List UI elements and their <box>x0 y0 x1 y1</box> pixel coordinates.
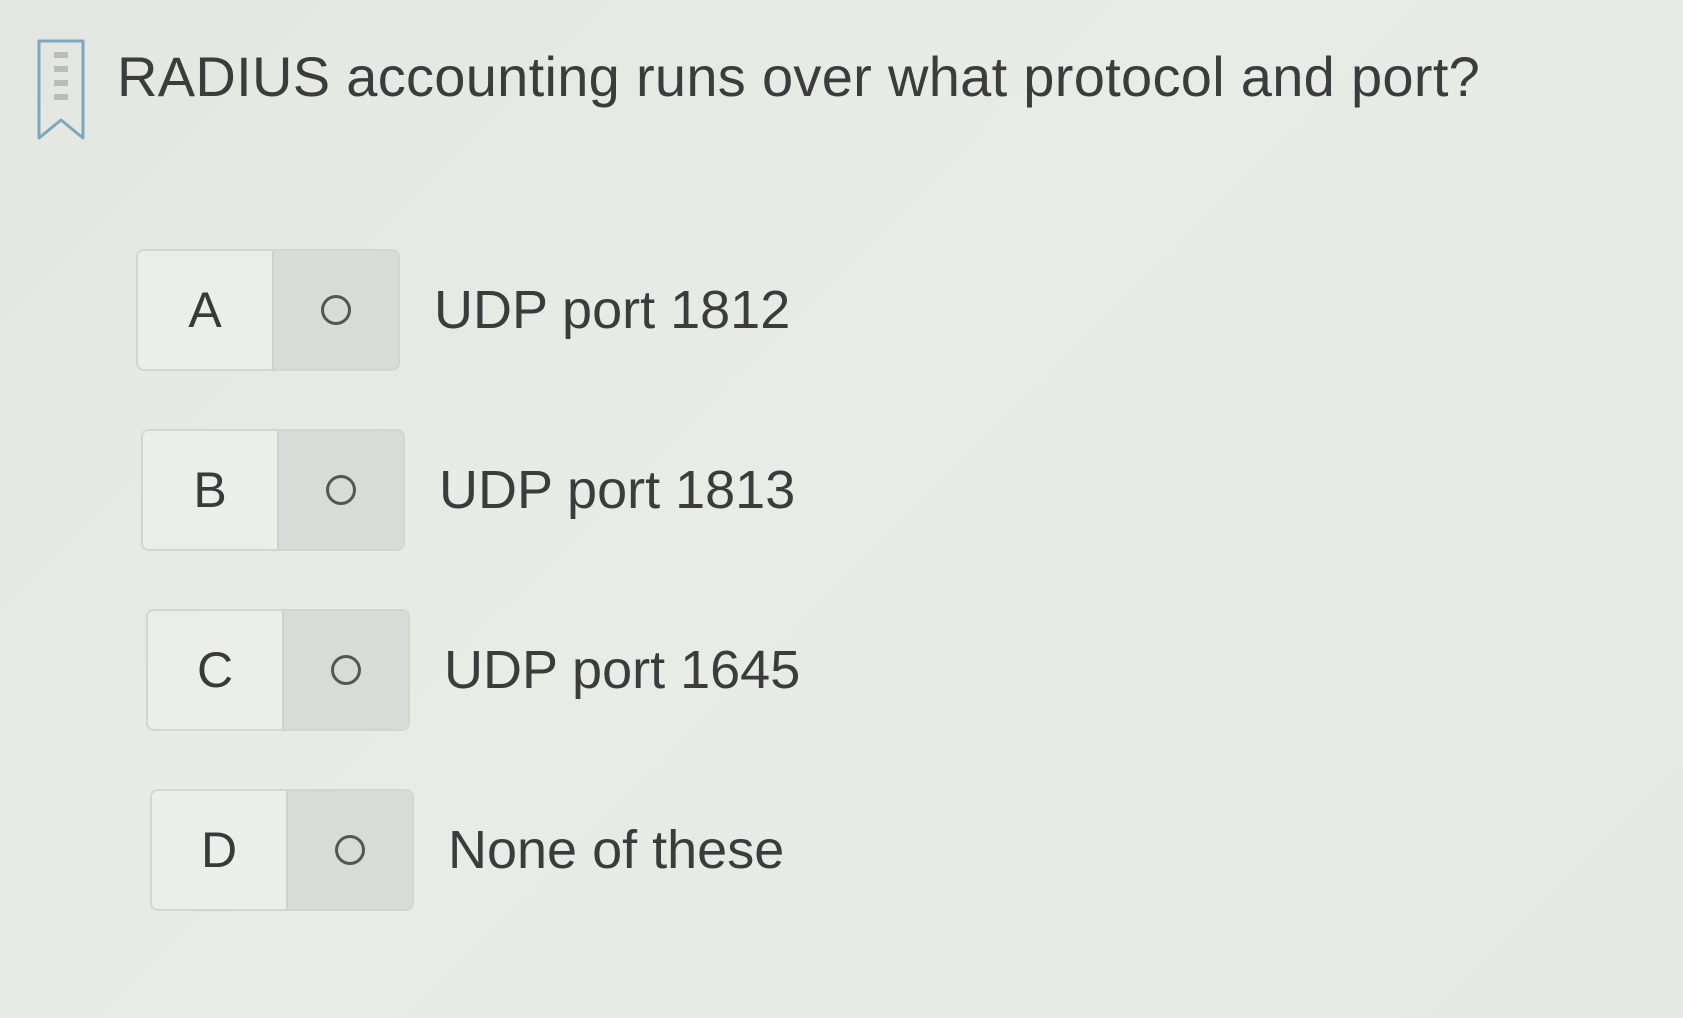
option-label[interactable]: UDP port 1812 <box>434 279 790 341</box>
radio-button-icon[interactable] <box>321 295 351 325</box>
option-selector[interactable]: C <box>146 609 410 731</box>
question-text: RADIUS accounting runs over what protoco… <box>117 45 1481 108</box>
option-letter: D <box>152 791 286 909</box>
option-label[interactable]: UDP port 1645 <box>444 639 800 701</box>
option-label[interactable]: None of these <box>448 819 784 881</box>
bookmark-icon[interactable] <box>36 38 86 142</box>
option-b[interactable]: B UDP port 1813 <box>141 426 800 554</box>
option-letter: C <box>148 611 282 729</box>
option-label[interactable]: UDP port 1813 <box>439 459 795 521</box>
quiz-page: RADIUS accounting runs over what protoco… <box>0 0 1683 1018</box>
option-c[interactable]: C UDP port 1645 <box>146 606 800 734</box>
option-selector[interactable]: D <box>150 789 414 911</box>
option-a[interactable]: A UDP port 1812 <box>136 246 800 374</box>
radio-cell[interactable] <box>286 791 412 909</box>
radio-button-icon[interactable] <box>335 835 365 865</box>
option-selector[interactable]: A <box>136 249 400 371</box>
option-letter: B <box>143 431 277 549</box>
radio-button-icon[interactable] <box>326 475 356 505</box>
radio-cell[interactable] <box>277 431 403 549</box>
option-letter: A <box>138 251 272 369</box>
radio-cell[interactable] <box>282 611 408 729</box>
option-selector[interactable]: B <box>141 429 405 551</box>
radio-cell[interactable] <box>272 251 398 369</box>
radio-button-icon[interactable] <box>331 655 361 685</box>
option-d[interactable]: D None of these <box>150 786 800 914</box>
answer-options: A UDP port 1812 B UDP port 1813 C UDP po… <box>136 246 800 966</box>
